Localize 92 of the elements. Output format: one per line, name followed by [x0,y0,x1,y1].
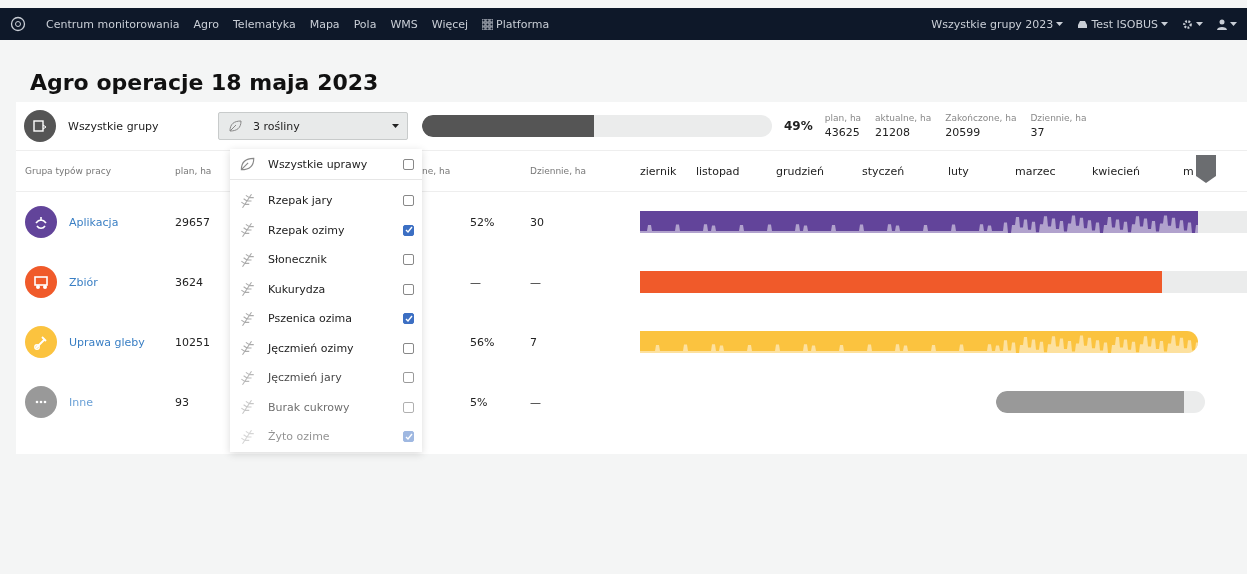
crop-option[interactable]: Rzepak jary [230,186,422,216]
settings-icon [1182,18,1193,30]
month-label: grudzień [776,164,825,178]
user-menu[interactable] [1217,18,1237,30]
percent-cell: — [470,275,481,289]
month-label: kwiecień [1092,164,1141,178]
progress-percent: 49% [784,119,813,133]
nav-link[interactable]: Agro [193,17,219,31]
checkbox[interactable] [403,158,414,170]
grid-icon [482,18,494,30]
user-icon [1217,18,1227,30]
plan-cell: 93 [175,395,189,409]
nav-link[interactable]: Mapa [309,17,340,31]
plant-icon [238,250,256,269]
plant-icon [238,427,256,446]
vehicle-dropdown[interactable]: Test ISOBUS [1077,17,1168,31]
car-icon [1077,19,1089,29]
group-label: Wszystkie grupy [68,119,160,133]
nav-link[interactable]: Więcej [431,17,469,31]
leaf-icon [238,155,256,173]
plant-icon [238,280,256,299]
checkbox[interactable] [403,283,414,295]
daily-cell: 30 [530,215,544,229]
group-icon [24,110,56,142]
column-header: plan, ha [175,166,212,176]
work-type-link[interactable]: Zbiór [69,275,98,289]
month-label: styczeń [862,164,905,178]
crop-dropdown[interactable]: 3 rośliny [218,112,408,140]
month-label: ziernik [640,164,677,178]
stat-label: aktualne, ha [875,113,932,123]
checkbox[interactable] [403,254,414,266]
stat-label: plan, ha [824,113,862,123]
work-type-link[interactable]: Uprawa gleby [69,335,145,349]
caret-icon [1056,22,1064,26]
plan-cell: 3624 [175,275,203,289]
checkbox[interactable] [403,195,414,207]
today-marker [1196,155,1216,183]
crop-option[interactable]: Jęczmień jary [230,363,422,393]
plant-icon [238,191,256,210]
page-title: Agro operacje 18 maja 2023 [30,70,379,95]
leaf-icon [227,118,243,134]
plant-icon [238,368,256,387]
stat-label: Dziennie, ha [1030,113,1087,123]
checkbox[interactable] [403,401,414,413]
stat-value: 21208 [875,126,912,139]
checkbox[interactable] [403,224,414,236]
caret-icon [1161,22,1168,26]
crop-option[interactable]: Rzepak ozimy [230,215,422,245]
column-header: Grupa typów pracy [25,166,111,176]
stat-label: Zakończone, ha [945,113,1017,123]
plant-icon [238,309,256,328]
percent-cell: 5% [470,395,488,409]
month-label: luty [948,164,969,178]
nav-link[interactable]: Pola [353,17,377,31]
daily-cell: — [530,275,541,289]
nav-link[interactable]: WMS [390,17,418,31]
crop-option[interactable]: Słonecznik [230,245,422,275]
checkbox[interactable] [403,342,414,354]
settings-menu[interactable] [1182,18,1203,30]
plan-cell: 10251 [175,335,210,349]
plant-icon [238,339,256,358]
crop-option[interactable]: Kukurydza [230,274,422,304]
caret-icon [1196,22,1203,26]
logo-icon[interactable] [10,16,26,32]
daily-cell: — [530,395,541,409]
plan-cell: 29657 [175,215,210,229]
column-header: ne, ha [422,166,451,176]
stat-value: 43625 [824,126,861,139]
daily-cell: 7 [530,335,537,349]
plant-icon [238,398,256,417]
crop-option[interactable]: Burak cukrowy [230,392,422,422]
month-label: listopad [696,164,740,178]
plant-icon [238,221,256,240]
work-type-link[interactable]: Aplikacja [69,215,119,229]
crop-option[interactable]: Jęczmień ozimy [230,333,422,363]
percent-cell: 52% [470,215,495,229]
nav-link[interactable]: Centrum monitorowania [46,17,180,31]
stat-value: 20599 [945,126,982,139]
month-label: m [1183,164,1194,178]
checkbox[interactable] [403,313,414,325]
month-label: marzec [1015,164,1056,178]
crop-option[interactable]: Pszenica ozima [230,304,422,334]
checkbox[interactable] [403,372,414,384]
nav-link[interactable]: Platforma [482,17,550,31]
caret-icon [1230,22,1237,26]
stat-value: 37 [1030,126,1046,139]
group-year-dropdown[interactable]: Wszystkie grupy 2023 [931,17,1064,31]
column-header: Dziennie, ha [530,166,587,176]
nav-link[interactable]: Telematyka [233,17,296,31]
percent-cell: 56% [470,335,495,349]
checkbox[interactable] [403,431,414,443]
caret-icon [392,124,399,128]
